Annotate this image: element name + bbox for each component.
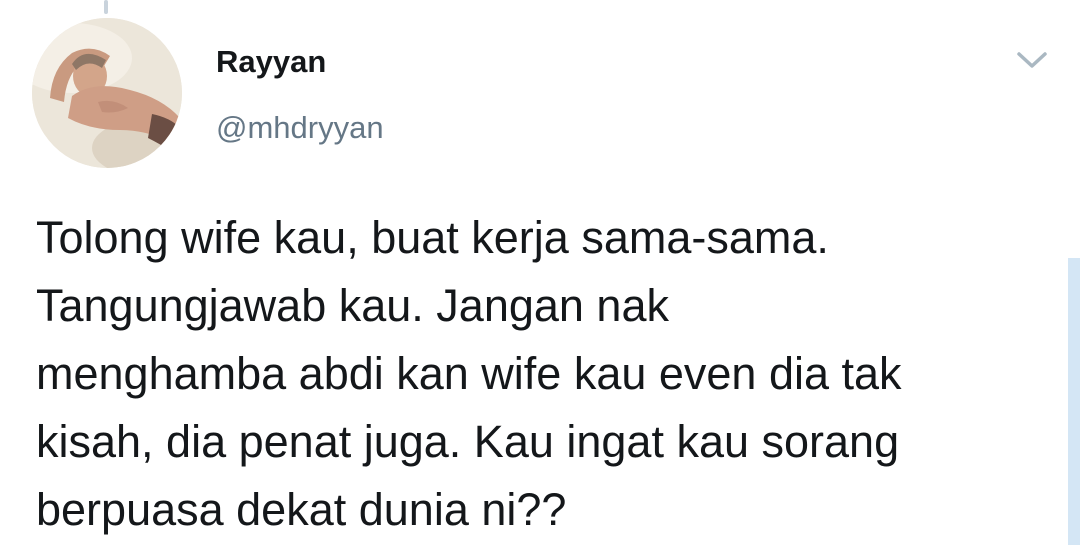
- author-display-name[interactable]: Rayyan: [216, 44, 326, 80]
- avatar-photo: [32, 18, 182, 168]
- tweet-text-line: Tolong wife kau, buat kerja sama-sama.: [36, 212, 829, 263]
- tweet-screenshot: Rayyan @mhdryyan Tolong wife kau, buat k…: [0, 0, 1080, 545]
- scrollbar[interactable]: [1068, 258, 1080, 545]
- tweet-text-line: berpuasa dekat dunia ni??: [36, 484, 567, 535]
- chevron-down-icon[interactable]: [1014, 46, 1050, 74]
- tweet-text-line: kisah, dia penat juga. Kau ingat kau sor…: [36, 416, 900, 467]
- tweet-text: Tolong wife kau, buat kerja sama-sama. T…: [36, 204, 1046, 544]
- tweet-text-line: Tangungjawab kau. Jangan nak: [36, 280, 669, 331]
- tweet-text-line: menghamba abdi kan wife kau even dia tak: [36, 348, 902, 399]
- avatar[interactable]: [32, 18, 182, 168]
- author-handle[interactable]: @mhdryyan: [216, 110, 384, 146]
- thread-connector-line: [104, 0, 108, 14]
